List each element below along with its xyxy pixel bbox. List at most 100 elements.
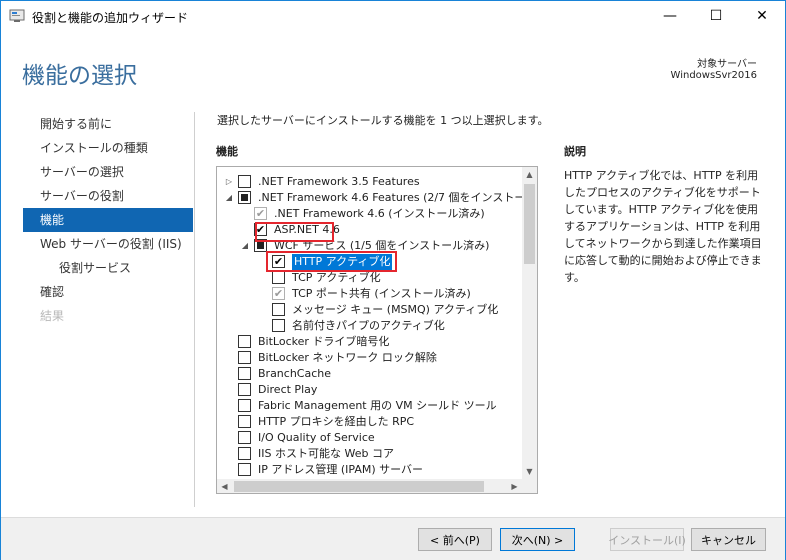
scroll-down-icon[interactable]: ▼ bbox=[522, 464, 537, 479]
collapse-arrow-icon[interactable]: ◢ bbox=[225, 194, 233, 202]
feature-description: HTTP アクティブ化では、HTTP を利用したプロセスのアクティブ化をサポート… bbox=[564, 169, 762, 284]
tree-row-label: ASP.NET 4.6 bbox=[274, 223, 340, 236]
checkbox-vm-shielding-tools[interactable] bbox=[238, 399, 251, 412]
checkbox-tcp-activation[interactable] bbox=[272, 271, 285, 284]
tree-row-bitlocker-network-unlock[interactable]: BitLocker ネットワーク ロック解除 bbox=[217, 350, 522, 366]
close-button[interactable]: ✕ bbox=[739, 1, 785, 31]
features-heading: 機能 bbox=[216, 145, 238, 158]
nav-item-server-roles[interactable]: サーバーの役割 bbox=[23, 184, 193, 208]
title-bar[interactable]: 役割と機能の追加ウィザード — ☐ ✕ bbox=[1, 1, 785, 31]
collapse-arrow-icon[interactable]: ◢ bbox=[241, 242, 249, 250]
vertical-scroll-thumb[interactable] bbox=[524, 184, 535, 264]
nav-item-before-you-begin[interactable]: 開始する前に bbox=[23, 112, 193, 136]
tree-row-io-qos[interactable]: I/O Quality of Service bbox=[217, 430, 522, 446]
checkbox-branchcache[interactable] bbox=[238, 367, 251, 380]
wizard-header: 機能の選択 対象サーバー WindowsSvr2016 bbox=[1, 31, 785, 101]
tree-row-tcp-port-sharing[interactable]: ✔ TCP ポート共有 (インストール済み) bbox=[217, 286, 522, 302]
features-tree-viewport: ▷ .NET Framework 3.5 Features ◢ .NET Framew… bbox=[217, 167, 522, 479]
tree-row-tcp-activation[interactable]: TCP アクティブ化 bbox=[217, 270, 522, 286]
tree-row-label: I/O Quality of Service bbox=[258, 431, 375, 444]
checkbox-tcp-port-sharing: ✔ bbox=[272, 287, 285, 300]
tree-row-label: HTTP プロキシを経由した RPC bbox=[258, 415, 415, 428]
maximize-icon: ☐ bbox=[709, 8, 723, 24]
checkbox-named-pipe-activation[interactable] bbox=[272, 319, 285, 332]
nav-item-features[interactable]: 機能 bbox=[23, 208, 193, 232]
tree-row-label: 名前付きパイプのアクティブ化 bbox=[292, 319, 445, 332]
target-server-name: WindowsSvr2016 bbox=[670, 70, 757, 81]
minimize-icon: — bbox=[663, 8, 677, 24]
nav-item-server-selection[interactable]: サーバーの選択 bbox=[23, 160, 193, 184]
checkbox-iis-hostable-web-core[interactable] bbox=[238, 447, 251, 460]
page-title: 機能の選択 bbox=[22, 63, 137, 89]
nav-item-role-services[interactable]: 役割サービス bbox=[23, 256, 193, 280]
tree-row-label: .NET Framework 4.6 Features (2/7 個をインストー… bbox=[258, 191, 522, 204]
wizard-window: 役割と機能の追加ウィザード — ☐ ✕ 機能の選択 対象サーバー Windows… bbox=[0, 0, 786, 560]
checkbox-bitlocker[interactable] bbox=[238, 335, 251, 348]
partial-check-icon bbox=[241, 194, 248, 201]
scroll-up-icon[interactable]: ▲ bbox=[522, 167, 537, 182]
tree-row-label: HTTP アクティブ化 bbox=[292, 254, 393, 270]
checkbox-wcf-services[interactable] bbox=[254, 239, 267, 252]
checkbox-io-qos[interactable] bbox=[238, 431, 251, 444]
partial-check-icon bbox=[257, 242, 264, 249]
wizard-footer: < 前へ(P) 次へ(N) > インストール(I) キャンセル bbox=[1, 517, 785, 560]
tree-row-net35[interactable]: ▷ .NET Framework 3.5 Features bbox=[217, 174, 522, 190]
tree-row-iis-hostable-web-core[interactable]: IIS ホスト可能な Web コア bbox=[217, 446, 522, 462]
scroll-corner bbox=[522, 479, 537, 493]
tree-row-label: BranchCache bbox=[258, 367, 332, 380]
nav-item-confirmation[interactable]: 確認 bbox=[23, 280, 193, 304]
tree-row-named-pipe-activation[interactable]: 名前付きパイプのアクティブ化 bbox=[217, 318, 522, 334]
tree-row-branchcache[interactable]: BranchCache bbox=[217, 366, 522, 382]
cancel-button[interactable]: キャンセル bbox=[691, 528, 766, 551]
tree-row-direct-play[interactable]: Direct Play bbox=[217, 382, 522, 398]
tree-row-label: TCP ポート共有 (インストール済み) bbox=[292, 287, 471, 300]
instruction-text: 選択したサーバーにインストールする機能を 1 つ以上選択します。 bbox=[217, 114, 549, 127]
checkbox-bitlocker-network-unlock[interactable] bbox=[238, 351, 251, 364]
tree-row-ipam-server[interactable]: IP アドレス管理 (IPAM) サーバー bbox=[217, 462, 522, 478]
checkbox-msmq-activation[interactable] bbox=[272, 303, 285, 316]
tree-row-label: メッセージ キュー (MSMQ) アクティブ化 bbox=[292, 303, 499, 316]
checkbox-asp-net-46[interactable]: ✔ bbox=[254, 223, 267, 236]
tree-row-msmq-activation[interactable]: メッセージ キュー (MSMQ) アクティブ化 bbox=[217, 302, 522, 318]
horizontal-scrollbar[interactable]: ◀ ▶ bbox=[217, 479, 522, 493]
target-server-label: 対象サーバー bbox=[697, 59, 757, 70]
horizontal-scroll-thumb[interactable] bbox=[234, 481, 484, 492]
close-icon: ✕ bbox=[756, 8, 768, 24]
tree-row-label: BitLocker ドライブ暗号化 bbox=[258, 335, 390, 348]
tree-row-asp-net-46[interactable]: ✔ ASP.NET 4.6 bbox=[217, 222, 522, 238]
tree-row-vm-shielding-tools[interactable]: Fabric Management 用の VM シールド ツール bbox=[217, 398, 522, 414]
expand-arrow-icon[interactable]: ▷ bbox=[225, 178, 233, 186]
checkbox-rpc-over-http-proxy[interactable] bbox=[238, 415, 251, 428]
tree-row-wcf-services[interactable]: ◢ WCF サービス (1/5 個をインストール済み) bbox=[217, 238, 522, 254]
nav-divider bbox=[194, 112, 195, 507]
tree-row-label: IP アドレス管理 (IPAM) サーバー bbox=[258, 463, 424, 476]
nav-item-installation-type[interactable]: インストールの種類 bbox=[23, 136, 193, 160]
checkbox-net46-core: ✔ bbox=[254, 207, 267, 220]
checkbox-net46[interactable] bbox=[238, 191, 251, 204]
tree-row-rpc-over-http-proxy[interactable]: HTTP プロキシを経由した RPC bbox=[217, 414, 522, 430]
tree-row-label: .NET Framework 3.5 Features bbox=[258, 175, 420, 188]
maximize-button[interactable]: ☐ bbox=[693, 1, 739, 31]
minimize-button[interactable]: — bbox=[647, 1, 693, 31]
install-button: インストール(I) bbox=[608, 528, 686, 551]
tree-row-label: Fabric Management 用の VM シールド ツール bbox=[258, 399, 497, 412]
scroll-right-icon[interactable]: ▶ bbox=[507, 479, 522, 493]
tree-row-http-activation[interactable]: ✔ HTTP アクティブ化 bbox=[217, 254, 522, 270]
scroll-left-icon[interactable]: ◀ bbox=[217, 479, 232, 493]
vertical-scrollbar[interactable]: ▲ ▼ bbox=[522, 167, 537, 479]
checkbox-net35[interactable] bbox=[238, 175, 251, 188]
nav-item-web-server-role[interactable]: Web サーバーの役割 (IIS) bbox=[23, 232, 193, 256]
tree-row-net46-core[interactable]: ✔ .NET Framework 4.6 (インストール済み) bbox=[217, 206, 522, 222]
tree-row-bitlocker[interactable]: BitLocker ドライブ暗号化 bbox=[217, 334, 522, 350]
checkbox-ipam-server[interactable] bbox=[238, 463, 251, 476]
tree-row-label: TCP アクティブ化 bbox=[292, 271, 381, 284]
server-manager-icon bbox=[9, 9, 25, 22]
previous-button[interactable]: < 前へ(P) bbox=[418, 528, 492, 551]
next-button[interactable]: 次へ(N) > bbox=[500, 528, 575, 551]
features-tree[interactable]: ▷ .NET Framework 3.5 Features ◢ .NET Framew… bbox=[216, 166, 538, 494]
tree-row-label: Direct Play bbox=[258, 383, 318, 396]
tree-row-net46[interactable]: ◢ .NET Framework 4.6 Features (2/7 個をインスト… bbox=[217, 190, 522, 206]
window-title: 役割と機能の追加ウィザード bbox=[32, 11, 189, 25]
checkbox-http-activation[interactable]: ✔ bbox=[272, 255, 285, 268]
checkbox-direct-play[interactable] bbox=[238, 383, 251, 396]
